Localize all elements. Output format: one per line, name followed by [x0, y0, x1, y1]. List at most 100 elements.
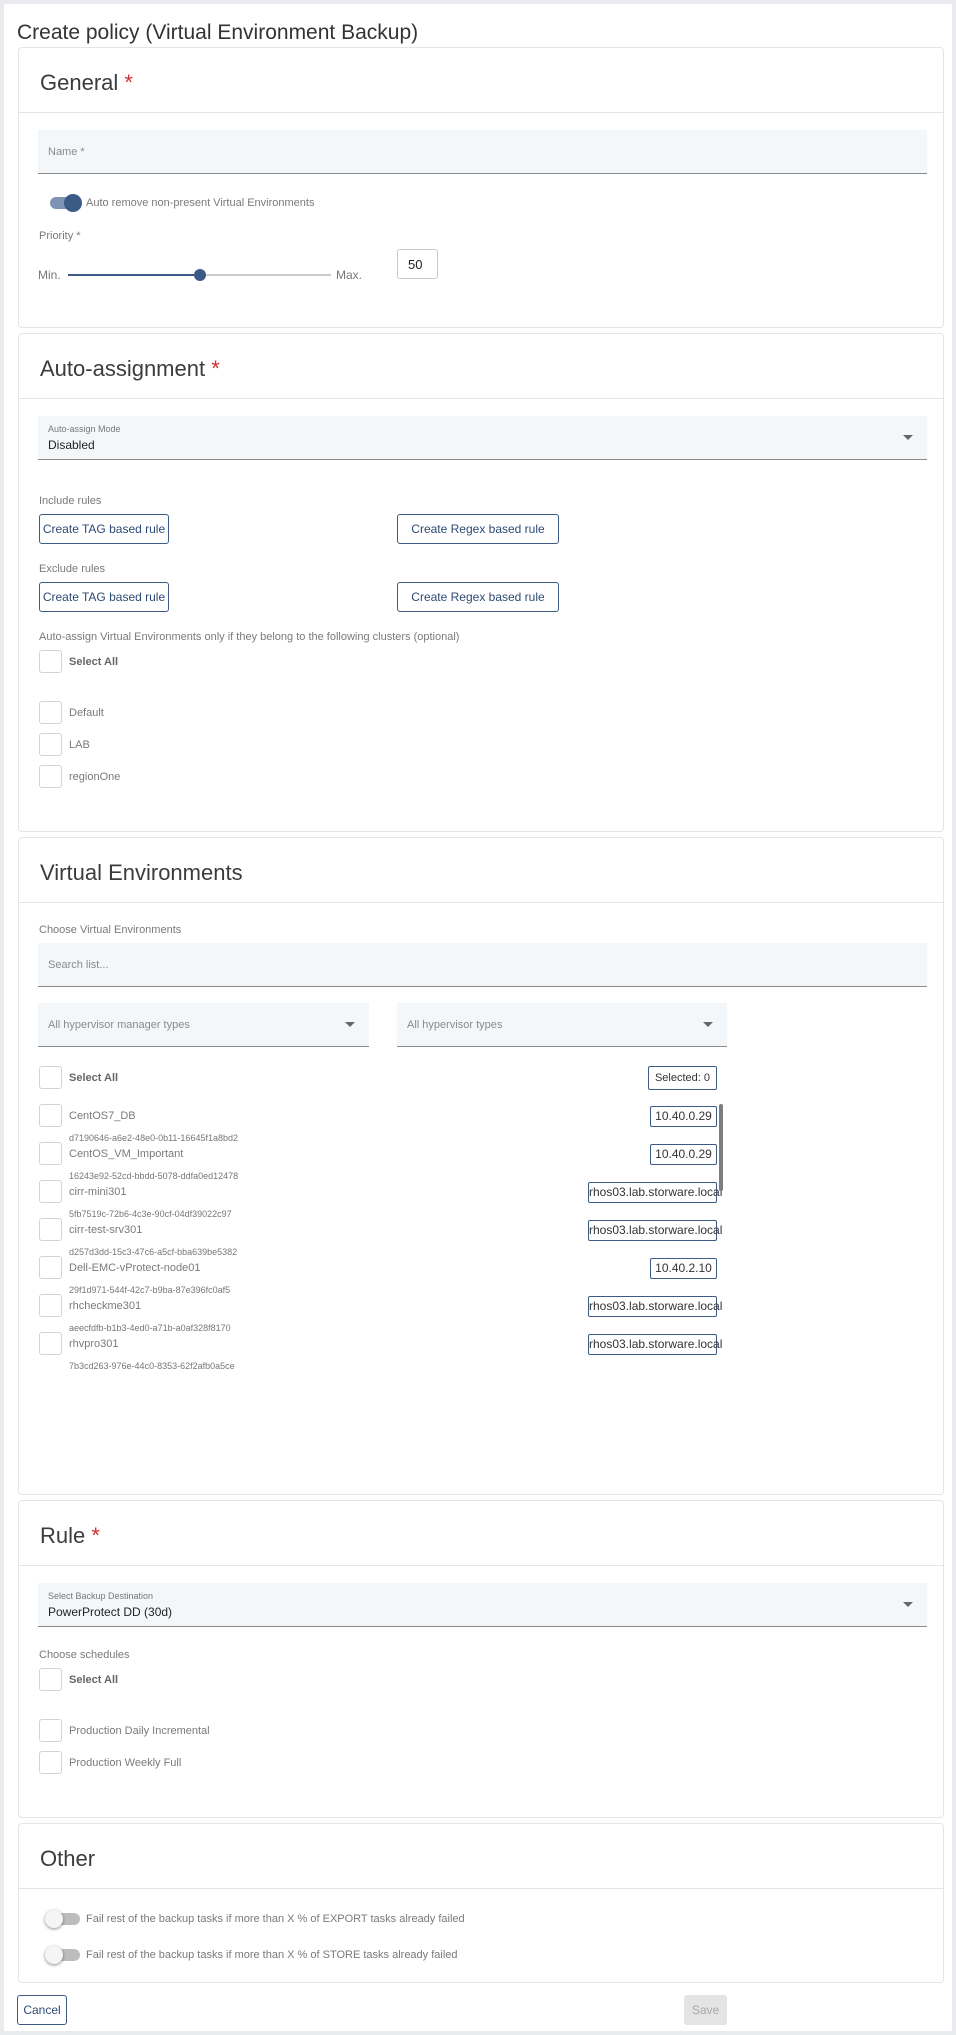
export-fail-toggle-knob[interactable] [45, 1910, 63, 1928]
page-title: Create policy (Virtual Environment Backu… [17, 21, 419, 44]
cluster-label: LAB [69, 739, 90, 751]
rule-section: Rule * Select Backup Destination PowerPr… [18, 1500, 944, 1818]
priority-max-label: Max. [336, 268, 363, 282]
rule-title: Rule * [40, 1523, 100, 1548]
ve-host-tag: 10.40.0.29 [650, 1106, 717, 1127]
cluster-label: Default [69, 707, 104, 719]
chevron-down-icon [345, 1022, 355, 1027]
choose-schedules-label: Choose schedules [39, 1649, 130, 1661]
include-regex-rule-button[interactable]: Create Regex based rule [397, 514, 559, 544]
cluster-checkbox[interactable] [39, 733, 62, 756]
exclude-regex-rule-button[interactable]: Create Regex based rule [397, 582, 559, 612]
cluster-label: regionOne [69, 771, 121, 783]
priority-slider-track[interactable] [68, 269, 331, 281]
auto-remove-toggle-knob[interactable] [64, 194, 82, 212]
ve-name: Dell-EMC-vProtect-node01 [69, 1262, 201, 1274]
priority-slider-handle[interactable] [194, 269, 206, 281]
chevron-down-icon [903, 1602, 913, 1607]
ve-uuid: aeecfdfb-b1b3-4ed0-a71b-a0af328f8170 [69, 1323, 231, 1333]
schedules-select-all-checkbox[interactable] [39, 1668, 62, 1691]
ve-checkbox[interactable] [39, 1256, 62, 1279]
hypervisor-type-value: All hypervisor types [407, 1019, 503, 1031]
chevron-down-icon [903, 435, 913, 440]
backup-destination-select[interactable]: Select Backup Destination PowerProtect D… [38, 1583, 927, 1627]
ve-checkbox[interactable] [39, 1104, 62, 1127]
schedule-label: Production Weekly Full [69, 1757, 182, 1769]
ve-name: cirr-test-srv301 [69, 1224, 143, 1236]
cluster-checkbox[interactable] [39, 701, 62, 724]
ve-host-tag: 10.40.0.29 [650, 1144, 717, 1165]
ve-uuid: d257d3dd-15c3-47c6-a5cf-bba639be5382 [69, 1247, 238, 1257]
ve-select-all-checkbox[interactable] [39, 1066, 62, 1089]
clusters-select-all-checkbox[interactable] [39, 650, 62, 673]
ve-checkbox[interactable] [39, 1218, 62, 1241]
cancel-button[interactable]: Cancel [17, 1995, 67, 2025]
ve-checkbox[interactable] [39, 1332, 62, 1355]
priority-input[interactable] [397, 249, 438, 279]
ve-uuid: 5fb7519c-72b6-4c3e-90cf-04df39022c97 [69, 1209, 232, 1219]
ve-list-scrollbar[interactable] [719, 1104, 723, 1191]
backup-destination-value: PowerProtect DD (30d) [48, 1605, 173, 1619]
priority-min-label: Min. [38, 268, 61, 282]
ve-host-tag: 10.40.2.10 [650, 1258, 717, 1279]
store-fail-label: Fail rest of the backup tasks if more th… [86, 1949, 458, 1961]
clusters-select-all-label: Select All [69, 656, 119, 668]
priority-label: Priority * [39, 230, 81, 242]
ve-name: cirr-mini301 [69, 1186, 127, 1198]
choose-ve-label: Choose Virtual Environments [39, 924, 182, 936]
ve-name: rhvpro301 [69, 1338, 119, 1350]
ve-checkbox[interactable] [39, 1180, 62, 1203]
hypervisor-type-select[interactable]: All hypervisor types [397, 1003, 727, 1047]
ve-uuid: 7b3cd263-976e-44c0-8353-62f2afb0a5ce [69, 1361, 235, 1371]
name-placeholder: Name * [48, 146, 85, 158]
exclude-tag-rule-button[interactable]: Create TAG based rule [39, 582, 169, 612]
other-section: Other Fail rest of the backup tasks if m… [18, 1823, 944, 1983]
other-title: Other [40, 1846, 96, 1871]
ve-uuid: 16243e92-52cd-bbdd-5078-ddfa0ed12478 [69, 1171, 239, 1181]
hypervisor-manager-type-value: All hypervisor manager types [48, 1019, 190, 1031]
exclude-rules-label: Exclude rules [39, 563, 106, 575]
ve-checkbox[interactable] [39, 1294, 62, 1317]
virtual-environments-section: Virtual Environments Choose Virtual Envi… [18, 837, 944, 1495]
ve-host-tag: rhos03.lab.storware.local [588, 1296, 722, 1317]
cluster-checkbox[interactable] [39, 765, 62, 788]
include-rules-label: Include rules [39, 495, 102, 507]
export-fail-label: Fail rest of the backup tasks if more th… [86, 1913, 465, 1925]
backup-destination-label: Select Backup Destination [48, 1591, 154, 1601]
name-input[interactable]: Name * [38, 130, 927, 174]
hypervisor-manager-type-select[interactable]: All hypervisor manager types [38, 1003, 369, 1047]
store-fail-toggle-knob[interactable] [45, 1946, 63, 1964]
selected-count-badge: Selected: 0 [648, 1066, 717, 1090]
auto-assign-mode-select[interactable]: Auto-assign Mode Disabled [38, 416, 927, 460]
schedule-checkbox[interactable] [39, 1719, 62, 1742]
schedules-select-all-label: Select All [69, 1674, 119, 1686]
auto-assignment-section: Auto-assignment * Auto-assign Mode Disab… [18, 333, 944, 832]
ve-name: CentOS_VM_Important [69, 1148, 184, 1160]
ve-name: rhcheckme301 [69, 1300, 142, 1312]
general-section: General * Name * Auto remove non-present… [18, 47, 944, 328]
ve-list[interactable]: CentOS7_DB d7190646-a6e2-48e0-0b11-16645… [19, 1104, 945, 1404]
schedule-checkbox[interactable] [39, 1751, 62, 1774]
auto-assign-mode-value: Disabled [48, 438, 95, 452]
chevron-down-icon [703, 1022, 713, 1027]
ve-name: CentOS7_DB [69, 1110, 136, 1122]
save-button[interactable]: Save [684, 1995, 727, 2025]
auto-assignment-title: Auto-assignment * [40, 356, 220, 381]
ve-search-input[interactable]: Search list... [38, 943, 927, 987]
priority-slider-fill [68, 274, 200, 276]
ve-host-tag: rhos03.lab.storware.local [588, 1334, 722, 1355]
create-policy-dialog: Create policy (Virtual Environment Backu… [4, 4, 952, 2031]
ve-uuid: d7190646-a6e2-48e0-0b11-16645f1a8bd2 [69, 1133, 238, 1143]
clusters-label: Auto-assign Virtual Environments only if… [39, 631, 460, 643]
general-title: General * [40, 70, 133, 95]
ve-host-tag: rhos03.lab.storware.local [588, 1182, 722, 1203]
auto-assign-mode-label: Auto-assign Mode [48, 424, 121, 434]
ve-checkbox[interactable] [39, 1142, 62, 1165]
ve-select-all-label: Select All [69, 1072, 119, 1084]
schedule-label: Production Daily Incremental [69, 1725, 210, 1737]
auto-remove-label: Auto remove non-present Virtual Environm… [86, 197, 315, 209]
include-tag-rule-button[interactable]: Create TAG based rule [39, 514, 169, 544]
ve-search-placeholder: Search list... [48, 959, 109, 971]
virtual-environments-title: Virtual Environments [40, 860, 243, 885]
ve-uuid: 29f1d971-544f-42c7-b9ba-87e396fc0af5 [69, 1285, 231, 1295]
